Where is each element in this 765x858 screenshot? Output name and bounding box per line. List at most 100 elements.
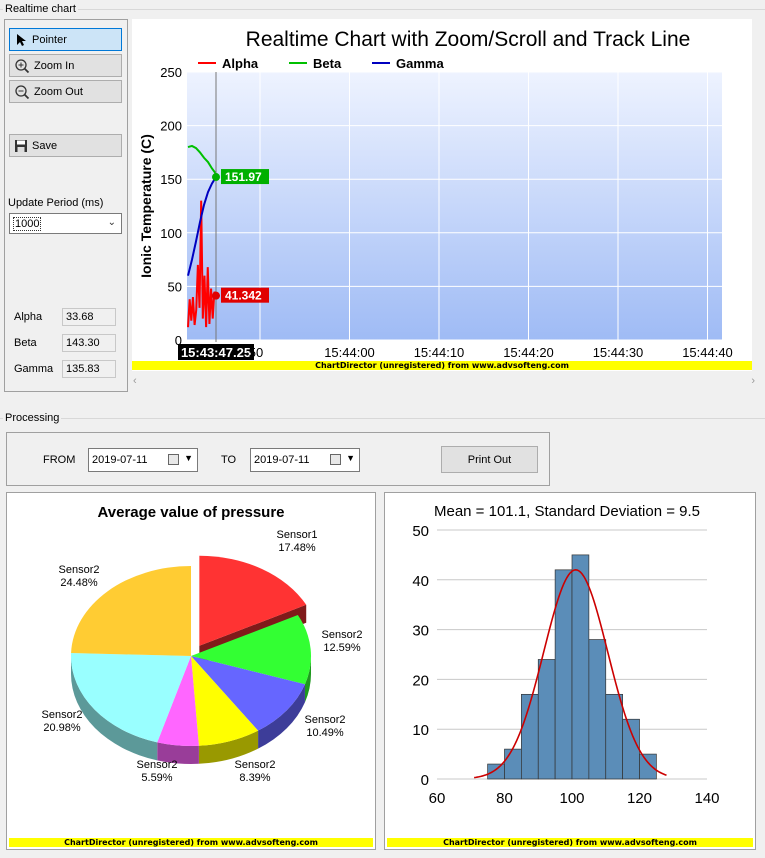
y-tick-label: 250 — [160, 65, 182, 80]
processing-group-title: Processing — [3, 412, 62, 424]
scroll-right-icon[interactable]: › — [751, 375, 755, 387]
svg-text:41.342: 41.342 — [225, 289, 262, 303]
processing-separator — [0, 418, 765, 419]
y-tick-label: 0 — [421, 772, 429, 789]
zoom-out-button[interactable]: Zoom Out — [9, 80, 122, 103]
pie-slice-label: Sensor2 — [305, 714, 346, 726]
pie-slice-percent: 17.48% — [278, 542, 316, 554]
update-period-label: Update Period (ms) — [8, 197, 104, 209]
zoom-out-icon — [15, 84, 30, 99]
track-value-label: 151.97 — [221, 169, 269, 185]
histogram-bar — [487, 763, 505, 780]
x-tick-label: 50 — [249, 345, 263, 360]
y-tick-label: 10 — [412, 722, 429, 739]
pie-chart-container: Average value of pressure Sensor1 17.48% S… — [6, 492, 376, 850]
alpha-label: Alpha — [14, 311, 43, 323]
pointer-icon — [17, 33, 26, 46]
watermark: ChartDirector (unregistered) from www.ad… — [9, 838, 373, 847]
legend-label: Beta — [313, 56, 342, 71]
x-tick-label: 100 — [559, 790, 584, 807]
pie-slice-percent: 5.59% — [141, 772, 172, 784]
watermark: ChartDirector (unregistered) from www.ad… — [387, 838, 753, 847]
realtime-chart[interactable]: 151.97 41.342 15:43:47.25 0 50 100 150 200 250 5… — [132, 19, 752, 371]
calendar-icon — [330, 454, 341, 465]
histogram-title: Mean = 101.1, Standard Deviation = 9.5 — [434, 503, 700, 520]
pie-slice-label: Sensor2 — [322, 629, 363, 641]
y-tick-label: 100 — [160, 226, 182, 241]
beta-value: 143.30 — [62, 334, 116, 352]
horizontal-scrollbar[interactable]: ‹ › — [132, 374, 757, 390]
track-dot — [212, 291, 220, 300]
x-tick-label: 15:44:00 — [324, 345, 375, 360]
calendar-icon — [168, 454, 179, 465]
group-separator — [0, 9, 765, 10]
y-tick-label: 30 — [412, 623, 429, 640]
to-date-picker[interactable]: 2019-07-11 ▼ — [250, 448, 360, 472]
histogram-bar — [571, 554, 590, 780]
from-date-picker[interactable]: 2019-07-11 ▼ — [88, 448, 198, 472]
y-tick-label: 200 — [160, 119, 182, 134]
track-dot — [212, 173, 220, 182]
y-tick-label: 150 — [160, 172, 182, 187]
pie-slice-label: Sensor2 — [42, 709, 83, 721]
chevron-down-icon: ⌄ — [107, 217, 116, 228]
x-tick-label: 60 — [429, 790, 446, 807]
y-tick-label: 50 — [168, 279, 182, 294]
x-tick-label: 15:44:20 — [503, 345, 554, 360]
pie-slice-label: Sensor2 — [59, 564, 100, 576]
beta-label: Beta — [14, 337, 37, 349]
save-icon — [15, 139, 27, 152]
gamma-value: 135.83 — [62, 360, 116, 378]
pie-slice-label: Sensor2 — [137, 759, 178, 771]
alpha-value: 33.68 — [62, 308, 116, 326]
gamma-label: Gamma — [14, 363, 54, 375]
x-tick-label: 15:44:30 — [593, 345, 644, 360]
legend-label: Gamma — [396, 56, 444, 71]
x-tick-label: 80 — [496, 790, 513, 807]
save-label: Save — [32, 139, 58, 152]
save-button[interactable]: Save — [9, 134, 122, 157]
histogram-bar — [504, 748, 522, 780]
print-out-button[interactable]: Print Out — [441, 446, 538, 473]
pie-slice-percent: 10.49% — [306, 727, 344, 739]
svg-text:15:43:47.25: 15:43:47.25 — [181, 345, 251, 360]
x-tick-label: 120 — [627, 790, 652, 807]
histogram-bar — [537, 659, 556, 780]
histogram-chart: Mean = 101.1, Standard Deviation = 9.5 0… — [412, 503, 719, 807]
histogram-bar — [622, 718, 640, 780]
pie-slice-percent: 20.98% — [43, 722, 81, 734]
y-tick-label: 0 — [175, 333, 182, 348]
svg-text:151.97: 151.97 — [225, 170, 262, 184]
legend-label: Alpha — [222, 56, 259, 71]
update-period-select[interactable]: 1000 ⌄ — [9, 213, 122, 234]
track-time-label: 15:43:47.25 — [178, 344, 254, 360]
pointer-label: Pointer — [32, 33, 67, 46]
histogram-bar — [639, 753, 657, 780]
x-tick-label: 15:44:10 — [414, 345, 465, 360]
from-date-value: 2019-07-11 — [92, 454, 148, 466]
pie-chart: Average value of pressure Sensor117.48% S… — [42, 504, 363, 784]
x-tick-label: 140 — [694, 790, 719, 807]
realtime-chart-container[interactable]: 151.97 41.342 15:43:47.25 0 50 100 150 200 250 5… — [132, 19, 752, 371]
pointer-button[interactable]: Pointer — [9, 28, 122, 51]
y-tick-label: 20 — [412, 672, 429, 689]
pie-slice-percent: 24.48% — [60, 577, 98, 589]
histogram-bar — [605, 693, 623, 780]
pie-slice-percent: 8.39% — [239, 772, 270, 784]
zoom-in-label: Zoom In — [34, 59, 75, 72]
zoom-in-icon — [15, 58, 30, 73]
chart-title: Realtime Chart with Zoom/Scroll and Trac… — [246, 28, 691, 51]
histogram-container: Mean = 101.1, Standard Deviation = 9.5 0… — [384, 492, 756, 850]
realtime-group-title: Realtime chart — [3, 3, 78, 15]
pie-title: Average value of pressure — [97, 504, 284, 521]
watermark: ChartDirector (unregistered) from www.ad… — [132, 361, 752, 370]
y-tick-label: 40 — [412, 573, 429, 590]
scroll-left-icon[interactable]: ‹ — [133, 375, 137, 387]
zoom-in-button[interactable]: Zoom In — [9, 54, 122, 77]
track-value-label: 41.342 — [221, 287, 269, 303]
histogram-bar — [588, 639, 607, 780]
y-tick-label: 50 — [412, 523, 429, 540]
to-label: TO — [221, 454, 237, 466]
histogram-bar — [521, 693, 539, 780]
y-axis-label: Ionic Temperature (C) — [138, 134, 154, 278]
